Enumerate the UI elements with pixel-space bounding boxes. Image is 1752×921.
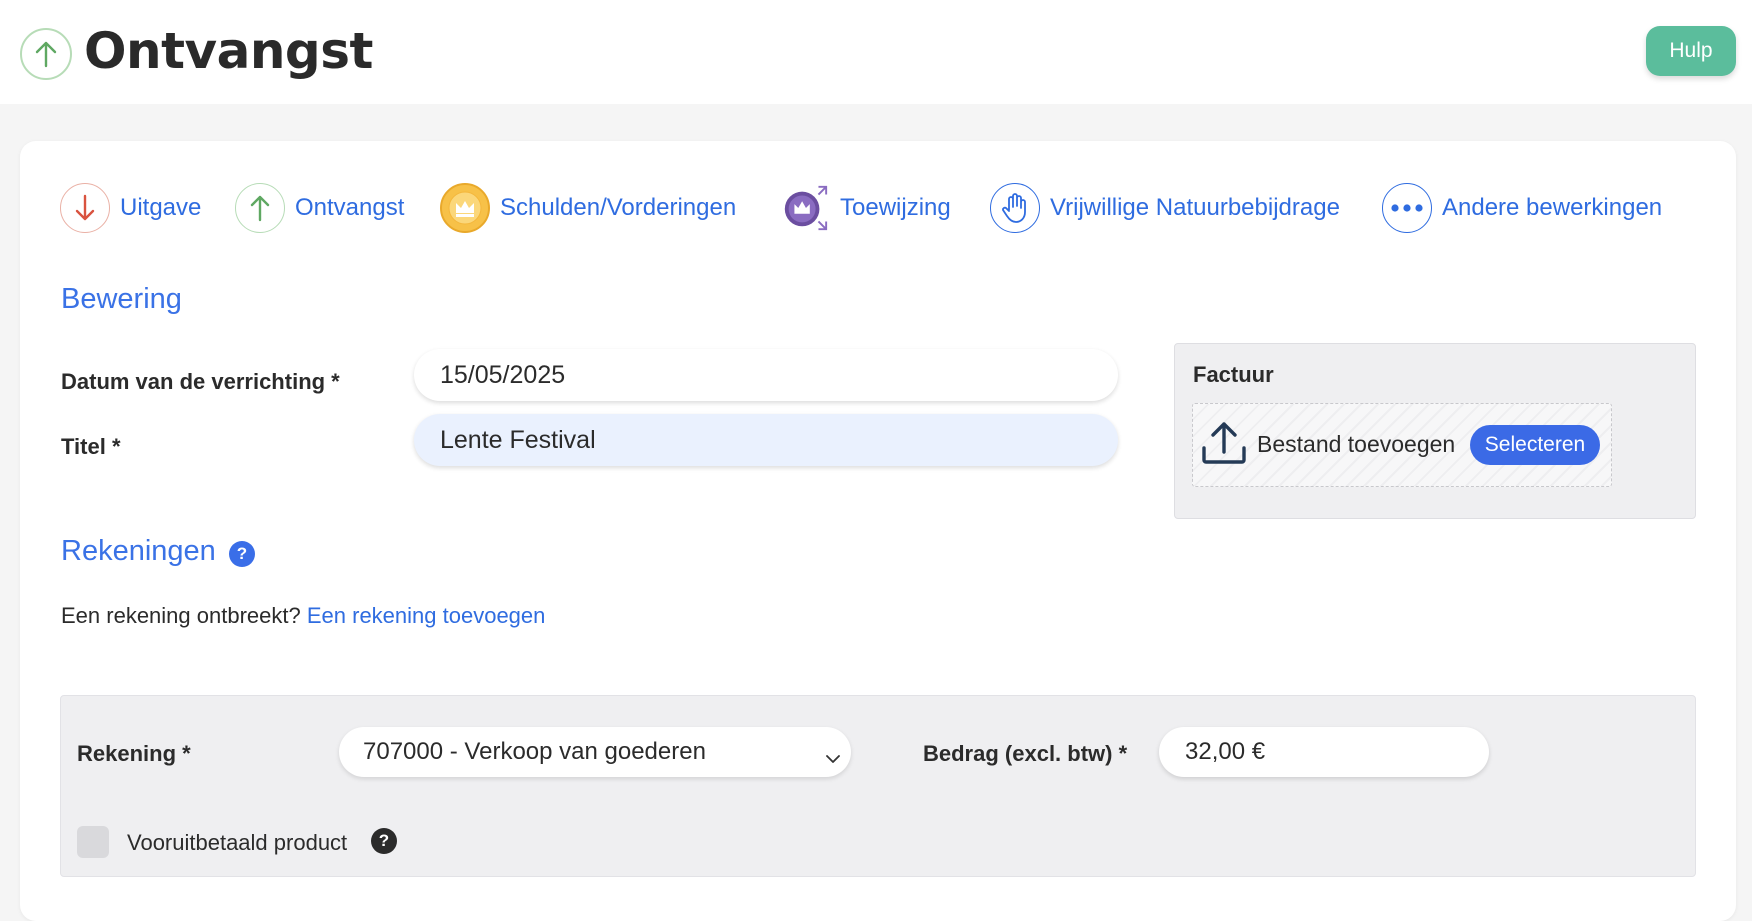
operation-label: Ontvangst (295, 194, 405, 221)
question-icon[interactable]: ? (229, 541, 255, 567)
arrow-up-icon (235, 183, 285, 233)
operation-label: Uitgave (120, 194, 202, 221)
add-file-text: Bestand toevoegen (1257, 431, 1456, 457)
date-label: Datum van de verrichting * (61, 369, 340, 394)
operation-toewijzing[interactable]: Toewijzing (780, 181, 951, 235)
upload-icon (1199, 418, 1249, 473)
dots-icon (1382, 183, 1432, 233)
title-input[interactable]: Lente Festival (414, 414, 1118, 466)
operation-label: Vrijwillige Natuurbebijdrage (1050, 194, 1340, 221)
prepaid-checkbox[interactable] (77, 826, 109, 858)
section-title-bewering: Bewering (61, 283, 182, 315)
select-file-button[interactable]: Selecteren (1470, 425, 1600, 465)
title-value: Lente Festival (440, 425, 596, 454)
amount-value: 32,00 € (1185, 738, 1266, 765)
main-card: Uitgave Ontvangst Schulden/Vorderingen T… (20, 141, 1736, 921)
question-icon[interactable]: ? (371, 828, 397, 854)
date-value: 15/05/2025 (440, 360, 566, 389)
invoice-label: Factuur (1193, 362, 1274, 387)
date-input[interactable]: 15/05/2025 (414, 349, 1118, 401)
help-button[interactable]: Hulp (1646, 26, 1736, 76)
operation-ontvangst[interactable]: Ontvangst (235, 181, 404, 235)
missing-account-text: Een rekening ontbreekt? (61, 603, 301, 628)
operation-vrijwillige-natuurbebijdrage[interactable]: Vrijwillige Natuurbebijdrage (990, 181, 1340, 235)
amount-label: Bedrag (excl. btw) * (923, 741, 1128, 766)
arrow-down-icon (60, 183, 110, 233)
page-header: Ontvangst Hulp (0, 0, 1752, 104)
page-title: Ontvangst (84, 22, 373, 80)
operation-label: Toewijzing (840, 194, 951, 221)
prepaid-label: Vooruitbetaald product (127, 830, 348, 855)
section-title-rekeningen: Rekeningen (61, 535, 216, 567)
title-label: Titel * (61, 434, 121, 459)
operation-uitgave[interactable]: Uitgave (60, 181, 201, 235)
crown-arrows-icon (780, 183, 830, 233)
account-select[interactable]: 707000 - Verkoop van goederen (339, 727, 851, 777)
account-row-panel: Rekening * 707000 - Verkoop van goederen… (60, 695, 1696, 877)
missing-account-line: Een rekening ontbreekt? Een rekening toe… (61, 603, 545, 629)
invoice-panel: Factuur Bestand toevoegen Selecteren (1174, 343, 1696, 519)
add-account-link[interactable]: Een rekening toevoegen (307, 603, 546, 628)
operation-label: Schulden/Vorderingen (500, 194, 737, 221)
account-value: 707000 - Verkoop van goederen (363, 738, 706, 765)
chevron-down-icon (825, 743, 841, 771)
file-dropzone[interactable]: Bestand toevoegen Selecteren (1192, 403, 1612, 487)
amount-input[interactable]: 32,00 € (1159, 727, 1489, 777)
operation-andere-bewerkingen[interactable]: Andere bewerkingen (1382, 181, 1662, 235)
hand-icon (990, 183, 1040, 233)
crown-icon (440, 183, 490, 233)
operation-schulden-vorderingen[interactable]: Schulden/Vorderingen (440, 181, 736, 235)
account-label: Rekening * (77, 741, 191, 766)
operation-label: Andere bewerkingen (1442, 194, 1663, 221)
arrow-up-icon (20, 28, 72, 80)
